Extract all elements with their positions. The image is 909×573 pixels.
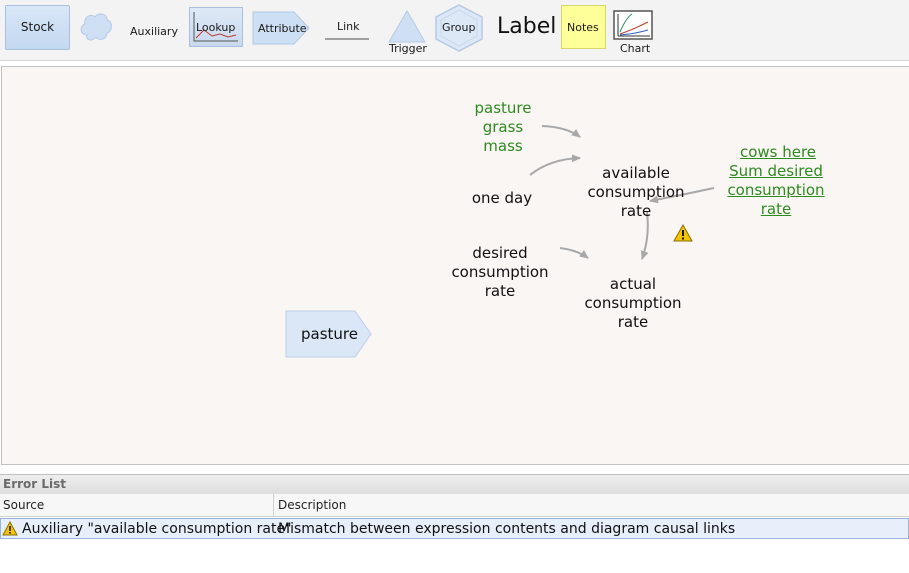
stock-tool[interactable]: Stock bbox=[5, 5, 70, 50]
label-tool[interactable]: Label bbox=[497, 14, 557, 48]
error-row[interactable]: Auxiliary "available consumption rate" M… bbox=[0, 518, 909, 539]
error-list-title: Error List bbox=[3, 477, 67, 491]
cloud-icon bbox=[80, 13, 112, 41]
label-tool-label: Label bbox=[497, 14, 557, 39]
chart-icon bbox=[613, 10, 653, 40]
ghost-cows-here[interactable]: cows here bbox=[724, 143, 832, 162]
model-canvas[interactable]: pasture pasture grass mass one day avail… bbox=[1, 66, 909, 465]
lookup-tool-label: Lookup bbox=[196, 21, 236, 34]
attribute-tool-label: Attribute bbox=[258, 22, 307, 35]
notes-tool-label: Notes bbox=[567, 21, 599, 34]
error-description-cell: Mismatch between expression contents and… bbox=[278, 521, 736, 537]
warning-icon[interactable] bbox=[673, 224, 693, 242]
column-divider[interactable] bbox=[273, 494, 274, 516]
stock-pasture[interactable]: pasture bbox=[285, 310, 373, 358]
group-tool[interactable]: Group bbox=[433, 4, 485, 52]
error-list-header: Source Description bbox=[0, 494, 909, 517]
link-tool-label: Link bbox=[337, 20, 360, 33]
ghost-sum-desired-consumption-rate[interactable]: Sum desired consumption rate bbox=[724, 162, 828, 219]
lookup-tool[interactable]: Lookup bbox=[189, 7, 243, 47]
trigger-tool-label: Trigger bbox=[389, 42, 427, 55]
palette-toolbar: Stock Auxiliary Lookup Attribute Link Tr… bbox=[0, 0, 909, 61]
aux-available-consumption-rate[interactable]: available consumption rate bbox=[584, 164, 688, 221]
aux-actual-consumption-rate[interactable]: actual consumption rate bbox=[582, 275, 684, 332]
aux-desired-consumption-rate[interactable]: desired consumption rate bbox=[450, 244, 550, 301]
link-tool[interactable]: Link bbox=[322, 15, 372, 45]
warning-icon bbox=[2, 521, 18, 536]
attribute-tool[interactable]: Attribute bbox=[252, 11, 312, 45]
auxiliary-tool[interactable]: Auxiliary bbox=[122, 22, 182, 42]
chart-tool-label: Chart bbox=[620, 42, 651, 55]
stock-tool-label: Stock bbox=[20, 20, 55, 34]
error-list-panel: Error List Source Description Auxiliary … bbox=[0, 474, 909, 573]
flow-tool[interactable] bbox=[77, 9, 115, 45]
link-desired-to-actual[interactable] bbox=[559, 247, 589, 259]
notes-tool[interactable]: Notes bbox=[561, 5, 606, 49]
trigger-tool[interactable]: Trigger bbox=[385, 10, 429, 56]
link-one-day-to-available[interactable] bbox=[529, 154, 581, 176]
column-header-source[interactable]: Source bbox=[3, 498, 44, 512]
column-header-description[interactable]: Description bbox=[278, 498, 346, 512]
error-list-title-bar: Error List bbox=[0, 474, 909, 495]
error-source-cell: Auxiliary "available consumption rate" bbox=[22, 521, 292, 537]
auxiliary-tool-label: Auxiliary bbox=[130, 25, 178, 38]
group-tool-label: Group bbox=[442, 21, 476, 34]
chart-tool[interactable]: Chart bbox=[612, 10, 656, 56]
stock-pasture-label: pasture bbox=[301, 325, 358, 343]
aux-one-day[interactable]: one day bbox=[462, 189, 542, 208]
ghost-pasture-grass-mass[interactable]: pasture grass mass bbox=[457, 99, 549, 156]
